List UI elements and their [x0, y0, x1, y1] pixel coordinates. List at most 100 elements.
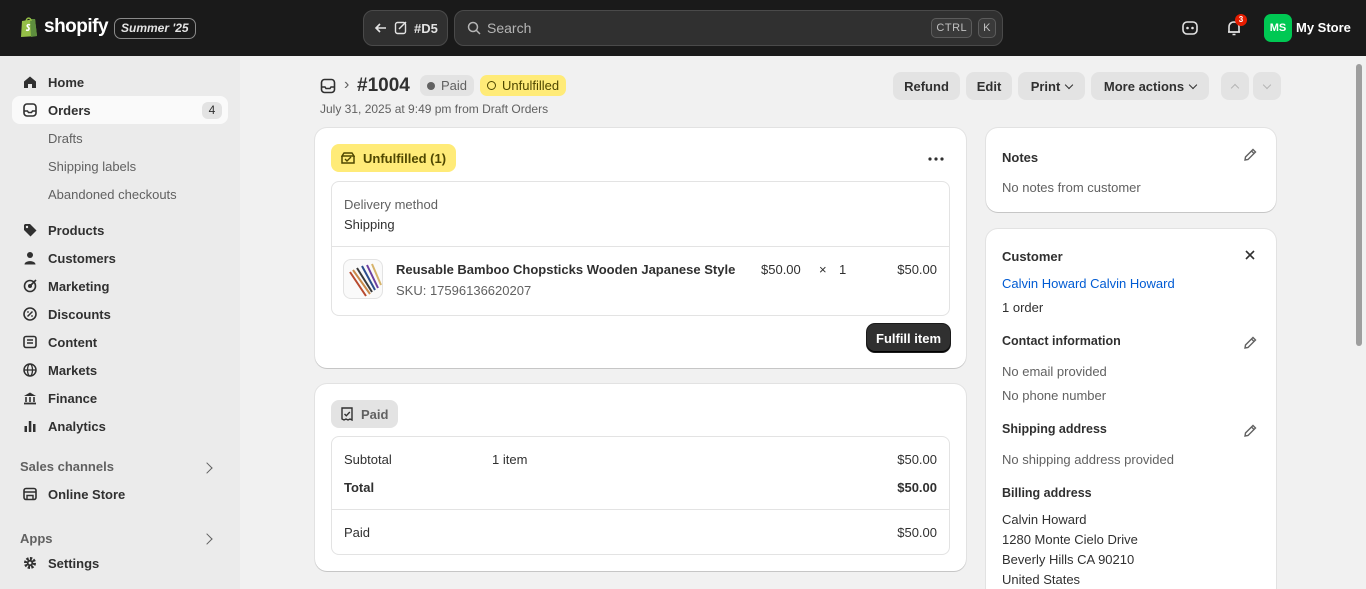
sidebar-item-customers[interactable]: Customers [12, 244, 228, 272]
print-button[interactable]: Print [1018, 72, 1085, 100]
store-name[interactable]: My Store [1296, 20, 1351, 35]
sidebar: Home Orders 4 Drafts Shipping labels Aba… [0, 56, 240, 589]
content-icon [22, 334, 38, 350]
chevron-down-icon [1065, 80, 1074, 89]
search-input[interactable]: Search [487, 20, 931, 36]
receipt-check-icon [341, 407, 353, 421]
subtotal-value: $50.00 [897, 452, 937, 467]
sidebar-item-label: Analytics [48, 418, 106, 434]
times-sign: × [819, 262, 827, 277]
edit-label: Edit [976, 78, 1002, 94]
target-icon [22, 278, 38, 294]
tag-icon [22, 222, 38, 238]
chevron-down-icon [1188, 80, 1198, 89]
notes-card: Notes No notes from customer [986, 128, 1276, 212]
edit-button[interactable]: Edit [966, 72, 1012, 100]
sidebar-item-label: Content [48, 334, 98, 350]
customer-name-link[interactable]: Calvin Howard Calvin Howard [1002, 276, 1175, 291]
chopsticks-image [349, 263, 382, 297]
chevron-down-icon [1262, 80, 1272, 89]
product-sku: SKU: 17596136620207 [396, 283, 532, 298]
sidebar-item-orders[interactable]: Orders 4 [12, 96, 228, 124]
pencil-icon[interactable] [1242, 423, 1258, 439]
arrow-left-icon [374, 23, 386, 33]
next-order-button[interactable] [1253, 72, 1281, 100]
orders-breadcrumb-icon[interactable] [320, 78, 336, 94]
billing-address-line: Beverly Hills CA 90210 [1002, 552, 1135, 567]
back-to-draft-button[interactable]: #D5 [363, 10, 448, 46]
total-label: Total [344, 480, 375, 495]
sidekick-button[interactable] [1178, 16, 1202, 40]
sidebar-subitem-abandoned-checkouts[interactable]: Abandoned checkouts [48, 187, 177, 202]
delivery-method-value: Shipping [344, 217, 395, 232]
pencil-icon[interactable] [1242, 335, 1258, 351]
search-icon [467, 21, 481, 35]
sidebar-item-online-store[interactable]: Online Store [12, 480, 228, 508]
billing-address-line: 1280 Monte Cielo Drive [1002, 532, 1138, 547]
apps-heading[interactable]: Apps [20, 531, 53, 546]
sidebar-item-marketing[interactable]: Marketing [12, 272, 228, 300]
search-bar[interactable]: Search CTRL K [454, 10, 1003, 46]
sidebar-item-label: Customers [48, 250, 116, 266]
edition-badge[interactable]: Summer '25 [114, 18, 196, 39]
page-scrollbar[interactable] [1356, 64, 1362, 346]
discount-icon [22, 306, 38, 322]
sidebar-item-markets[interactable]: Markets [12, 356, 228, 384]
contact-phone: No phone number [1002, 388, 1107, 403]
sidebar-item-label: Products [48, 222, 105, 238]
billing-address-line: United States [1002, 572, 1081, 587]
payment-card: Paid Subtotal 1 item $50.00 Total $50.00… [315, 384, 966, 571]
fulfill-item-button[interactable]: Fulfill item [867, 324, 950, 352]
more-horizontal-icon[interactable] [928, 157, 944, 161]
chevron-right-icon[interactable] [201, 462, 213, 474]
customer-card: Customer Calvin Howard Calvin Howard 1 o… [986, 229, 1276, 589]
sales-channels-heading[interactable]: Sales channels [20, 459, 114, 474]
sidebar-item-label: Discounts [48, 306, 111, 322]
subtotal-items: 1 item [492, 452, 528, 467]
bank-icon [22, 390, 38, 406]
paid-status-text: Paid [361, 406, 389, 422]
package-icon [341, 152, 355, 164]
product-thumbnail[interactable] [343, 259, 383, 299]
sidebar-item-finance[interactable]: Finance [12, 384, 228, 412]
sidebar-item-discounts[interactable]: Discounts [12, 300, 228, 328]
sidebar-item-analytics[interactable]: Analytics [12, 412, 228, 440]
unfulfilled-status-pill: Unfulfilled (1) [331, 144, 457, 172]
divider [332, 509, 949, 510]
page-title: #1004 [357, 75, 410, 96]
order-meta: July 31, 2025 at 9:49 pm from Draft Orde… [320, 102, 549, 116]
sidebar-item-settings[interactable]: Settings [12, 549, 228, 577]
top-bar: shopify Summer '25 #D5 Search CTRL K 3 M… [0, 0, 1366, 56]
status-ring-icon [487, 81, 496, 90]
product-name[interactable]: Reusable Bamboo Chopsticks Wooden Japane… [396, 262, 735, 277]
avatar[interactable]: MS [1264, 14, 1292, 42]
pencil-icon[interactable] [1242, 147, 1258, 163]
breadcrumb-separator: › [344, 76, 350, 93]
contact-email: No email provided [1002, 364, 1107, 379]
customer-orders[interactable]: 1 order [1002, 300, 1043, 315]
person-icon [22, 250, 38, 266]
sidebar-item-home[interactable]: Home [12, 68, 228, 96]
storefront-icon [22, 486, 38, 502]
refund-button[interactable]: Refund [893, 72, 960, 100]
customer-title: Customer [1002, 249, 1063, 264]
sidebar-subitem-shipping-labels[interactable]: Shipping labels [48, 159, 136, 174]
sidebar-item-label: Orders [48, 102, 91, 118]
billing-address-heading: Billing address [1002, 486, 1092, 500]
fulfillment-status-badge: Unfulfilled [480, 75, 567, 96]
chevron-up-icon [1230, 83, 1240, 92]
previous-order-button[interactable] [1221, 72, 1249, 100]
shopify-logo[interactable]: shopify [20, 16, 109, 38]
orders-count-badge: 4 [202, 102, 222, 119]
total-value: $50.00 [897, 480, 937, 495]
shipping-address-heading: Shipping address [1002, 422, 1107, 436]
sidebar-item-content[interactable]: Content [12, 328, 228, 356]
sidebar-subitem-drafts[interactable]: Drafts [48, 131, 83, 146]
payment-status-label: Paid [441, 78, 468, 93]
payment-summary-box: Subtotal 1 item $50.00 Total $50.00 Paid… [331, 436, 950, 555]
more-actions-button[interactable]: More actions [1091, 72, 1209, 100]
close-icon[interactable] [1245, 250, 1255, 260]
line-items-box: Delivery method Shipping Reusable Bamboo… [331, 181, 950, 316]
sidebar-item-products[interactable]: Products [12, 216, 228, 244]
chevron-right-icon[interactable] [201, 533, 213, 545]
